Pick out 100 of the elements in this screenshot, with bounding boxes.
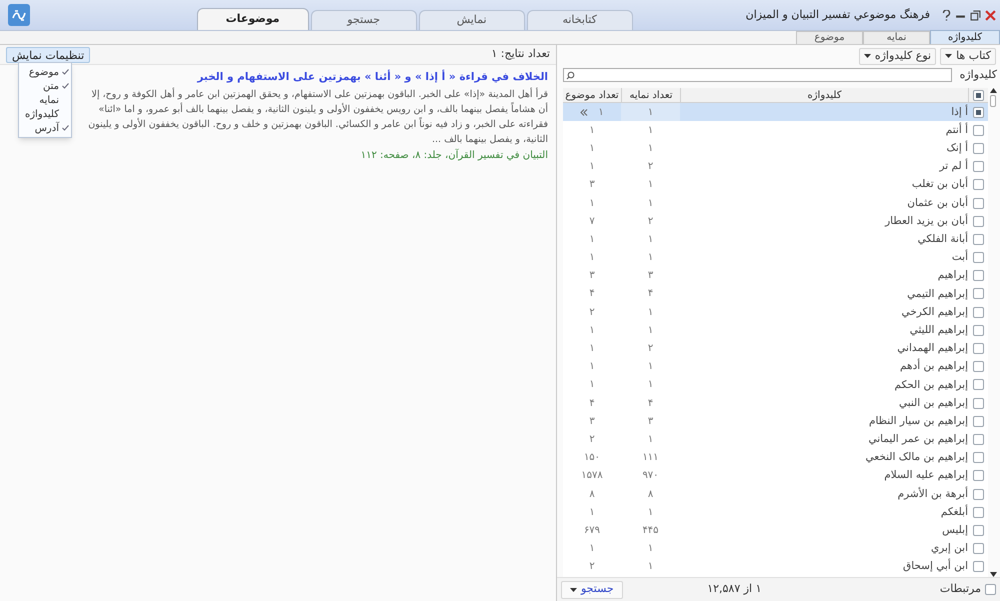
main-tab[interactable]: کتابخانه (526, 10, 633, 30)
column-header[interactable]: کلیدواژه (680, 88, 968, 102)
keyword-cell: أبان بن تغلب (912, 178, 968, 190)
table-row[interactable]: إبراهيم عليه السلام ۹۷۰ ۱۵۷۸ (563, 466, 988, 485)
table-row[interactable]: أبانة الفلکي ۱ ۱ (563, 230, 988, 248)
row-checkbox[interactable] (972, 324, 984, 336)
table-cell-text: ۱ (589, 324, 595, 338)
caret-icon (945, 54, 952, 58)
table-cell-text: ۱ (589, 360, 595, 374)
row-checkbox[interactable] (972, 470, 984, 482)
menu-item[interactable]: متن (19, 79, 71, 93)
table-row[interactable]: أبرهة بن الأشرم ۸ ۸ (563, 484, 988, 504)
row-checkbox[interactable] (972, 524, 984, 536)
row-checkbox[interactable] (972, 252, 984, 264)
table-row[interactable]: أبان بن عثمان ۱ ۱ (563, 194, 988, 212)
select-all-checkbox[interactable] (973, 90, 984, 100)
keyword-cell: أبرهة بن الأشرم (898, 488, 968, 500)
double-chevron-icon[interactable] (580, 108, 588, 116)
row-checkbox[interactable] (972, 234, 984, 245)
table-cell-text: ۱ (589, 196, 595, 211)
table-row[interactable]: إبراهيم بن سيار النظام ۳ ۳ (563, 412, 988, 430)
sub-tab[interactable]: کلیدواژه (930, 30, 1000, 44)
table-row[interactable]: أ أنتم ۱ ۱ (563, 121, 988, 140)
menu-item[interactable]: آدرس (19, 121, 71, 135)
table-row[interactable]: إبراهيم بن الحکم ۱ ۱ (563, 376, 988, 394)
table-row[interactable]: أبلغکم ۱ ۱ (563, 503, 988, 522)
scroll-up-icon[interactable] (990, 88, 996, 93)
filter-dropdown[interactable]: کتاب ها (940, 48, 996, 64)
table-row[interactable]: إبراهيم الليثي ۱ ۱ (563, 321, 988, 340)
keyword-cell: إبراهيم الكرخي (901, 306, 968, 318)
scrollbar-thumb[interactable] (990, 95, 996, 107)
row-checkbox[interactable] (972, 288, 984, 300)
close-icon[interactable] (985, 10, 996, 20)
check-icon (62, 69, 68, 75)
table-cell-text: ۳ (589, 414, 595, 429)
table-row[interactable]: ابن إبري ۱ ۱ (563, 540, 988, 558)
row-checkbox[interactable] (972, 124, 984, 136)
row-checkbox[interactable] (972, 434, 984, 445)
table-row[interactable]: أ لم تر ۲ ۱ (563, 158, 988, 176)
search-field[interactable] (563, 68, 952, 82)
table-row[interactable]: إبراهيم بن مالک النخعي ۱۱۱ ۱۵۰ (563, 448, 988, 467)
row-checkbox[interactable] (972, 106, 984, 118)
table-row[interactable]: إبراهيم الهمداني ۲ ۱ (563, 339, 988, 358)
table-cell-text: ۱ (648, 142, 654, 156)
table-cell-text: ۱ (648, 324, 654, 338)
table-row[interactable]: إبراهيم الكرخي ۱ ۲ (563, 303, 988, 322)
table-cell-text: ۴ (589, 287, 595, 302)
row-checkbox[interactable] (972, 379, 984, 390)
keyword-cell: أ أنتم (946, 124, 968, 136)
row-checkbox[interactable] (972, 142, 984, 154)
table-row[interactable]: أ إنک ۱ ۱ (563, 139, 988, 158)
keyword-cell: أ إذا (951, 106, 968, 118)
row-checkbox[interactable] (972, 343, 984, 354)
table-row[interactable]: إبراهيم التيمي ۴ ۴ (563, 284, 988, 304)
help-icon[interactable] (942, 10, 951, 20)
row-checkbox[interactable] (972, 361, 984, 372)
related-checkbox[interactable] (985, 584, 996, 595)
table-row[interactable]: إبراهيم بن أدهم ۱ ۱ (563, 358, 988, 376)
column-header[interactable]: تعداد نمایه (621, 88, 680, 102)
main-tab[interactable]: نمایش (418, 10, 525, 30)
restore-icon[interactable] (970, 10, 981, 20)
row-checkbox[interactable] (972, 270, 984, 282)
table-cell-text: ۱ (589, 342, 595, 356)
row-checkbox[interactable] (972, 216, 984, 227)
sub-tab[interactable]: موضوع (796, 31, 863, 44)
table-row[interactable]: إبراهيم بن عمر اليماني ۱ ۲ (563, 430, 988, 449)
row-checkbox[interactable] (972, 506, 984, 518)
table-row[interactable]: إبليس ۴۴۵ ۶۷۹ (563, 521, 988, 540)
result-title[interactable]: الخلاف في قراءة « أ إذا » و « أئنا » بهمزتين على الاستفهام و الخبر (80, 70, 548, 86)
table-row[interactable]: إبراهيم ۳ ۳ (563, 266, 988, 285)
row-checkbox[interactable] (972, 398, 984, 409)
result-text: قرأ أهل المدينة «إذا» على الخبر. الباقون بهمزتين على الاستفهام، و يحقق الهمزتين ابن عامر و أهل الكوفة و روح، إلا أن هشاماً يفصل بينهما بالف، و ابن رويس يخففون الأولى و يلينون الثانية، و يفصل بينهما بالف أبو عمرو، و اما «ائنا» فقراءته على الخبر، و زاد فيه نوناً ابن عامر و الكسائي. الباقون بهمزتين و خلف و روح. الباقون يخففون الأولى و يلينون الثانية، و يفصل بينهما بالف ... (87, 86, 548, 147)
row-checkbox[interactable] (972, 161, 984, 172)
menu-item[interactable]: موضوع (19, 65, 71, 79)
row-checkbox[interactable] (972, 488, 984, 500)
table-cell-text: ۲ (648, 342, 654, 356)
sub-tab[interactable]: نمایه (863, 31, 930, 44)
filter-dropdown[interactable]: نوع کلیدواژه (858, 48, 936, 64)
column-header[interactable]: تعداد موضوع (563, 88, 621, 102)
table-row[interactable]: أبان بن تغلب ۱ ۳ (563, 176, 988, 194)
search-button[interactable]: جستجو (561, 580, 623, 598)
table-row[interactable]: أ إذا ۱ ۱ (563, 103, 988, 122)
menu-item[interactable]: کلیدواژه (19, 107, 71, 121)
main-tab[interactable]: جستجو (310, 10, 417, 30)
table-cell-text: ۱ (589, 232, 595, 247)
table-row[interactable]: أبان بن يزيد العطار ۲ ۷ (563, 212, 988, 230)
row-checkbox[interactable] (972, 416, 984, 427)
row-checkbox[interactable] (972, 452, 984, 464)
row-checkbox[interactable] (972, 306, 984, 318)
row-checkbox[interactable] (972, 543, 984, 554)
main-tab[interactable]: موضوعات (196, 8, 309, 30)
table-cell-text: ۱ (589, 506, 595, 520)
table-row[interactable]: ابن أبي إسحاق ۱ ۲ (563, 558, 988, 576)
display-settings-button[interactable]: تنظیمات نمایش (6, 46, 90, 62)
menu-item[interactable]: نمایه (19, 93, 71, 107)
table-row[interactable]: أبت ۱ ۱ (563, 248, 988, 267)
table-row[interactable]: إبراهيم بن النبي ۴ ۴ (563, 394, 988, 412)
row-checkbox[interactable] (972, 179, 984, 190)
row-checkbox[interactable] (972, 561, 984, 572)
row-checkbox[interactable] (972, 198, 984, 209)
